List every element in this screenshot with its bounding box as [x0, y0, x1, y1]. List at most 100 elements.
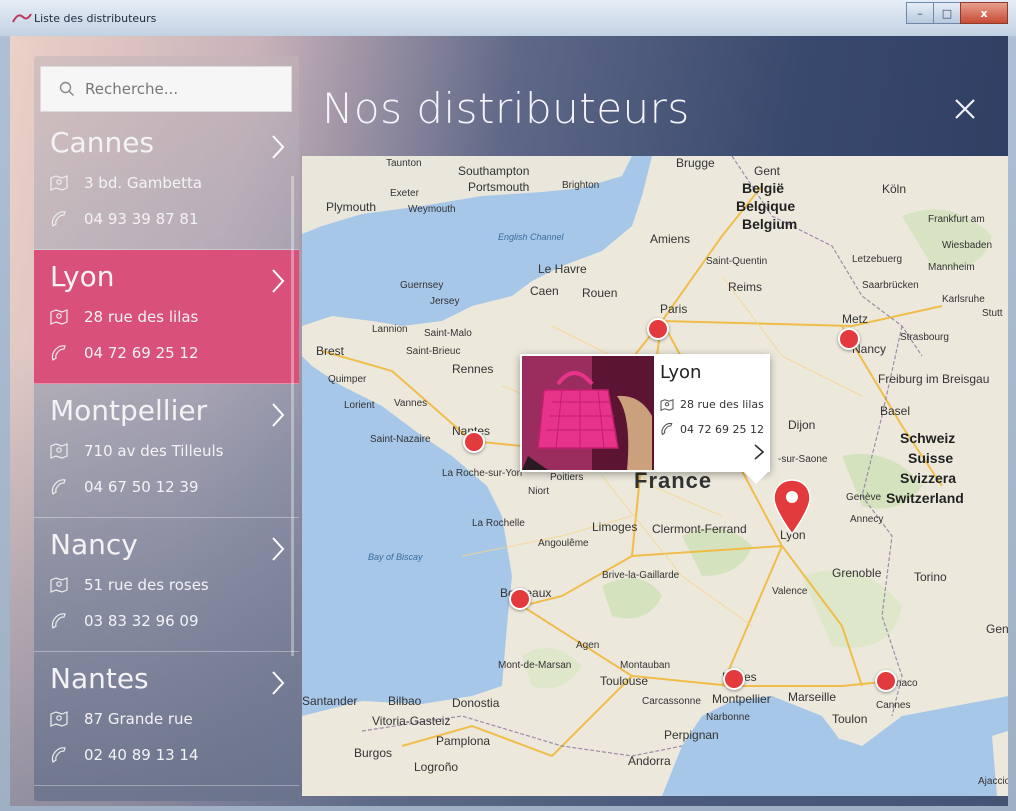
- map-label-basel: Basel: [880, 404, 911, 418]
- popup-phone: 04 72 69 25 12: [680, 422, 764, 436]
- distributor-phone: 04 67 50 12 39: [84, 478, 199, 496]
- chevron-right-icon[interactable]: [271, 268, 285, 294]
- list-item-nantes[interactable]: Nantes 87 Grande rue 02 40 89 13 14: [34, 652, 299, 786]
- phone-icon: [661, 422, 673, 436]
- map-label-frankfurt: Frankfurt am: [928, 214, 985, 225]
- map-label-strasbourg: Strasbourg: [900, 332, 949, 343]
- map-label-torino: Torino: [914, 570, 947, 584]
- map-label-grenoble: Grenoble: [832, 566, 882, 580]
- map-label-karlsruhe: Karlsruhe: [942, 294, 985, 305]
- map-label-pamplona: Pamplona: [436, 734, 491, 748]
- list-item-nancy[interactable]: Nancy 51 rue des roses 03 83 32 96 09: [34, 518, 299, 652]
- phone-icon: [51, 345, 66, 361]
- map-label-vannes: Vannes: [394, 398, 428, 409]
- distributor-address-row: 3 bd. Gambetta: [50, 174, 202, 192]
- maximize-button[interactable]: □: [933, 2, 961, 24]
- map-marker-nantes[interactable]: [463, 431, 485, 453]
- distributor-address-row: 28 rue des lilas: [50, 308, 198, 326]
- distributor-address: 710 av des Tilleuls: [84, 442, 224, 460]
- distributor-city: Montpellier: [50, 394, 208, 427]
- map-label-saint-nazaire: Saint-Nazaire: [370, 434, 431, 445]
- map-label-wiesbaden: Wiesbaden: [942, 240, 993, 251]
- distributor-list: Cannes 3 bd. Gambetta 04 93 39 87 81 Lyo…: [34, 116, 299, 786]
- map-marker-bordeaux[interactable]: [509, 588, 531, 610]
- map-marker-cannes[interactable]: [875, 670, 897, 692]
- distributor-phone: 02 40 89 13 14: [84, 746, 199, 764]
- distributor-address-row: 51 rue des roses: [50, 576, 209, 594]
- map-pin-icon: [50, 711, 68, 727]
- map-label-belgie: België: [742, 180, 785, 196]
- map-label-cannes: Cannes: [876, 700, 911, 711]
- map-label-la-roche: La Roche-sur-Yon: [442, 468, 523, 479]
- map-marker-paris[interactable]: [647, 318, 669, 340]
- map-label-svizzera: Svizzera: [900, 470, 957, 486]
- map-label-paris: Paris: [660, 302, 688, 316]
- map-marker-nancy[interactable]: [838, 328, 860, 350]
- map-label-metz: Metz: [842, 312, 869, 326]
- map-label-suisse: Suisse: [908, 450, 954, 466]
- map-label-mannheim: Mannheim: [928, 262, 975, 273]
- map-label-agen: Agen: [576, 640, 600, 651]
- map-label-montauban: Montauban: [620, 660, 671, 671]
- distributor-phone: 04 72 69 25 12: [84, 344, 199, 362]
- map-label-mont-marsan: Mont-de-Marsan: [498, 660, 572, 671]
- chevron-right-icon[interactable]: [271, 670, 285, 696]
- map-label-saint-brieuc: Saint-Brieuc: [406, 346, 461, 357]
- list-item-montpellier[interactable]: Montpellier 710 av des Tilleuls 04 67 50…: [34, 384, 299, 518]
- close-window-button[interactable]: x: [960, 2, 1008, 24]
- list-scrollbar[interactable]: [291, 176, 294, 656]
- popup-tail: [742, 470, 770, 484]
- list-item-cannes[interactable]: Cannes 3 bd. Gambetta 04 93 39 87 81: [34, 116, 299, 250]
- map-label-le-havre: Le Havre: [538, 262, 587, 276]
- map-label-southampton: Southampton: [458, 164, 530, 178]
- map-label-reims: Reims: [728, 280, 763, 294]
- distributor-address: 87 Grande rue: [84, 710, 193, 728]
- distributor-phone-row: 04 93 39 87 81: [50, 210, 199, 228]
- search-input[interactable]: [83, 79, 277, 99]
- map-label-schweiz: Schweiz: [900, 430, 956, 446]
- search-icon: [59, 81, 74, 96]
- distributor-phone-row: 04 67 50 12 39: [50, 478, 199, 496]
- chevron-right-icon[interactable]: [271, 402, 285, 428]
- minimize-button[interactable]: –: [906, 2, 934, 24]
- map-label-weymouth: Weymouth: [408, 204, 456, 215]
- close-icon[interactable]: [948, 92, 982, 126]
- distributor-address: 3 bd. Gambetta: [84, 174, 203, 192]
- map-label-carcassonne: Carcassonne: [642, 696, 701, 707]
- map-label-caen: Caen: [530, 284, 559, 298]
- map-label-switzerland: Switzerland: [886, 490, 964, 506]
- map-label-marseille: Marseille: [788, 690, 837, 704]
- map-label-exeter: Exeter: [390, 188, 419, 199]
- distributor-phone: 03 83 32 96 09: [84, 612, 199, 630]
- map-pin-selected-icon[interactable]: [772, 478, 812, 536]
- distributor-phone-row: 04 72 69 25 12: [50, 344, 199, 362]
- chevron-right-icon[interactable]: [754, 444, 764, 460]
- map-popup[interactable]: Lyon 28 rue des lilas 04 72 69 25 12: [520, 354, 770, 484]
- map-label-niort: Niort: [528, 486, 550, 497]
- distributor-photo: [522, 356, 654, 470]
- app-logo-icon: [12, 13, 32, 23]
- search-box[interactable]: [40, 66, 292, 112]
- phone-icon: [51, 613, 66, 629]
- phone-icon: [51, 479, 66, 495]
- map-label-saint-malo: Saint-Malo: [424, 328, 472, 339]
- distributor-address-row: 710 av des Tilleuls: [50, 442, 224, 460]
- chevron-right-icon[interactable]: [271, 536, 285, 562]
- distributor-address: 51 rue des roses: [84, 576, 209, 594]
- chevron-right-icon[interactable]: [271, 134, 285, 160]
- map-view[interactable]: Taunton Southampton Brighton Portsmouth …: [302, 156, 1008, 796]
- map-marker-montpellier[interactable]: [723, 668, 745, 690]
- map-label-saarbrucken: Saarbrücken: [862, 280, 919, 291]
- list-item-lyon[interactable]: Lyon 28 rue des lilas 04 72 69 25 12: [34, 250, 299, 384]
- map-label-geneve: Genève: [846, 492, 882, 503]
- phone-icon: [51, 211, 66, 227]
- window-frame: Liste des distributeurs – □ x Nos distri…: [0, 0, 1016, 811]
- distributor-address: 28 rue des lilas: [84, 308, 199, 326]
- distributor-phone: 04 93 39 87 81: [84, 210, 199, 228]
- map-label-toulouse: Toulouse: [600, 674, 649, 688]
- map-label-annecy: Annecy: [850, 514, 884, 525]
- map-label-montpellier: Montpellier: [712, 692, 771, 706]
- app-content: Nos distributeurs Cannes 3 bd. Gambetta: [10, 36, 1008, 806]
- map-label-lannion: Lannion: [372, 324, 408, 335]
- map-label-bay-of-biscay: Bay of Biscay: [368, 552, 423, 562]
